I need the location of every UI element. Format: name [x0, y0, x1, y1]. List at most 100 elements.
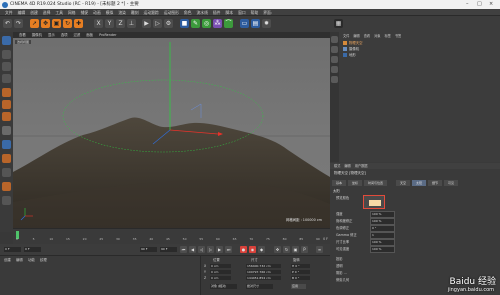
prop-value-saturation[interactable]: 100 % [370, 218, 395, 225]
model-mode-icon[interactable] [2, 50, 11, 59]
viewport-menu-filter[interactable]: 过滤 [74, 32, 81, 37]
play-backward-icon[interactable]: ◁ [198, 246, 205, 253]
play-icon[interactable]: ▷ [207, 246, 214, 253]
autokey-icon[interactable]: ◉ [249, 246, 256, 253]
tab-coord[interactable]: 坐标 [348, 180, 363, 186]
viewport-menu-options[interactable]: 选项 [61, 32, 68, 37]
enable-axis-icon[interactable] [2, 126, 11, 135]
prop-value-hue[interactable]: 0 ° [370, 225, 395, 232]
size-x-field[interactable]: 156400.732 cm [246, 263, 281, 268]
frame-start-field[interactable]: 0 F [4, 247, 21, 252]
pos-x-field[interactable]: 0 cm [210, 263, 231, 268]
layers-tab-icon[interactable] [331, 76, 338, 83]
size-y-field[interactable]: 100797.766 cm [246, 269, 281, 274]
obj-menu-view[interactable]: 查看 [364, 33, 370, 38]
attr-menu-mode[interactable]: 模式 [334, 163, 340, 168]
structure-tab-icon[interactable] [331, 66, 338, 73]
tab-sun[interactable]: 太阳 [412, 180, 427, 186]
select-tool-icon[interactable]: ➚ [30, 19, 39, 28]
key-scale-icon[interactable]: ▣ [292, 246, 299, 253]
object-row-physical-sky[interactable]: 物理天空 [343, 40, 363, 45]
record-icon[interactable]: ● [240, 246, 247, 253]
rotate-tool-icon[interactable]: ↻ [63, 19, 72, 28]
array-icon[interactable]: ⁂ [213, 19, 222, 28]
z-axis-lock-icon[interactable]: Z [116, 19, 125, 28]
size-z-field[interactable]: 144451.854 cm [246, 275, 281, 280]
prop-value-intensity[interactable]: 100 % [370, 211, 395, 218]
key-param-icon[interactable]: P [301, 246, 308, 253]
maximize-icon[interactable]: □ [477, 1, 482, 7]
recent-tool-icon[interactable]: ✚ [74, 19, 83, 28]
prop-value-gamma[interactable]: 1 [370, 232, 395, 239]
layout-icon[interactable]: ▦ [334, 19, 343, 28]
tab-visibility[interactable]: 可见 [444, 180, 459, 186]
takes-tab-icon[interactable] [331, 46, 338, 53]
apply-button[interactable]: 应用 [291, 284, 306, 289]
objects-tab-icon[interactable] [331, 36, 338, 43]
cube-icon[interactable]: ■ [180, 19, 189, 28]
x-axis-lock-icon[interactable]: X [94, 19, 103, 28]
timeline-ruler[interactable]: 0 5 10 15 20 25 30 35 40 45 50 55 60 65 70 75 80 85 90 0 F [13, 228, 330, 244]
points-mode-icon[interactable] [2, 88, 11, 97]
go-to-start-icon[interactable]: ⏮ [180, 246, 187, 253]
attr-menu-edit[interactable]: 编辑 [344, 163, 350, 168]
workplane-mode-icon[interactable] [2, 74, 11, 83]
nurbs-icon[interactable]: ◎ [202, 19, 211, 28]
rot-b-field[interactable]: B 0 ° [291, 275, 310, 280]
render-picture-viewer-icon[interactable]: ▷ [153, 19, 162, 28]
edges-mode-icon[interactable] [2, 100, 11, 109]
scale-tool-icon[interactable]: ▣ [52, 19, 61, 28]
move-tool-icon[interactable]: ✥ [41, 19, 50, 28]
coordinate-system-icon[interactable]: ⊥ [127, 19, 136, 28]
prop-value-size-ratio[interactable]: 100 % [370, 239, 395, 246]
undo-icon[interactable]: ↶ [3, 19, 12, 28]
redo-icon[interactable]: ↷ [14, 19, 23, 28]
viewport-menu-prorender[interactable]: ProRender [99, 33, 116, 37]
tab-basic[interactable]: 基本 [332, 180, 347, 186]
y-axis-lock-icon[interactable]: Y [105, 19, 114, 28]
mat-menu-texture[interactable]: 纹理 [40, 257, 47, 262]
pen-spline-icon[interactable]: ✎ [191, 19, 200, 28]
perspective-viewport[interactable]: 查看 摄像机 显示 选项 过滤 面板 ProRender 透视视图 网格间距 : 10000… [13, 32, 330, 228]
texture-mode-icon[interactable] [2, 62, 11, 71]
preview-color-swatch[interactable] [369, 200, 381, 206]
quantize-icon[interactable] [2, 168, 11, 177]
key-position-icon[interactable]: ✥ [274, 246, 281, 253]
mat-menu-create[interactable]: 创建 [4, 257, 11, 262]
key-rotation-icon[interactable]: ↻ [283, 246, 290, 253]
coord-mode-dropdown[interactable]: 对象 (相对) [210, 284, 237, 289]
render-view-icon[interactable]: ▶ [142, 19, 151, 28]
viewport-menu-display[interactable]: 显示 [48, 32, 55, 37]
scene-floor-icon[interactable]: ▭ [240, 19, 249, 28]
tab-sky[interactable]: 天空 [396, 180, 411, 186]
viewport-menu-panel[interactable]: 面板 [86, 32, 93, 37]
keyframe-selection-icon[interactable]: ◆ [258, 246, 265, 253]
frame-end-field[interactable]: 90 F [140, 247, 157, 252]
minimize-icon[interactable]: – [466, 1, 469, 7]
mat-menu-function[interactable]: 功能 [28, 257, 35, 262]
light-icon[interactable]: ✹ [262, 19, 271, 28]
render-settings-icon[interactable]: ⚙ [164, 19, 173, 28]
snap-icon[interactable] [2, 154, 11, 163]
camera-icon[interactable]: ▤ [251, 19, 260, 28]
lock-workplane-icon[interactable] [2, 182, 11, 191]
rot-h-field[interactable]: H 0 ° [291, 263, 310, 268]
obj-menu-bookmarks[interactable]: 书签 [395, 33, 401, 38]
pos-z-field[interactable]: 0 cm [210, 275, 231, 280]
viewport-menu-cameras[interactable]: 摄像机 [32, 32, 42, 37]
go-to-end-icon[interactable]: ⏭ [225, 246, 232, 253]
object-row-camera[interactable]: 摄像机 [343, 46, 359, 51]
frame-max-field[interactable]: 90 F [160, 247, 177, 252]
obj-menu-file[interactable]: 文件 [343, 33, 349, 38]
planar-workplane-icon[interactable] [2, 196, 11, 205]
close-icon[interactable]: × [489, 1, 493, 7]
make-editable-icon[interactable] [2, 36, 11, 45]
attr-menu-user-data[interactable]: 用户数据 [355, 163, 368, 168]
obj-menu-edit[interactable]: 编辑 [353, 33, 359, 38]
tab-details[interactable]: 细节 [428, 180, 443, 186]
polygons-mode-icon[interactable] [2, 112, 11, 121]
viewport-menu-view[interactable]: 查看 [19, 32, 26, 37]
obj-menu-objects[interactable]: 对象 [374, 33, 380, 38]
object-row-landscape[interactable]: 地形 [343, 52, 356, 57]
rot-p-field[interactable]: P 0 ° [291, 269, 310, 274]
